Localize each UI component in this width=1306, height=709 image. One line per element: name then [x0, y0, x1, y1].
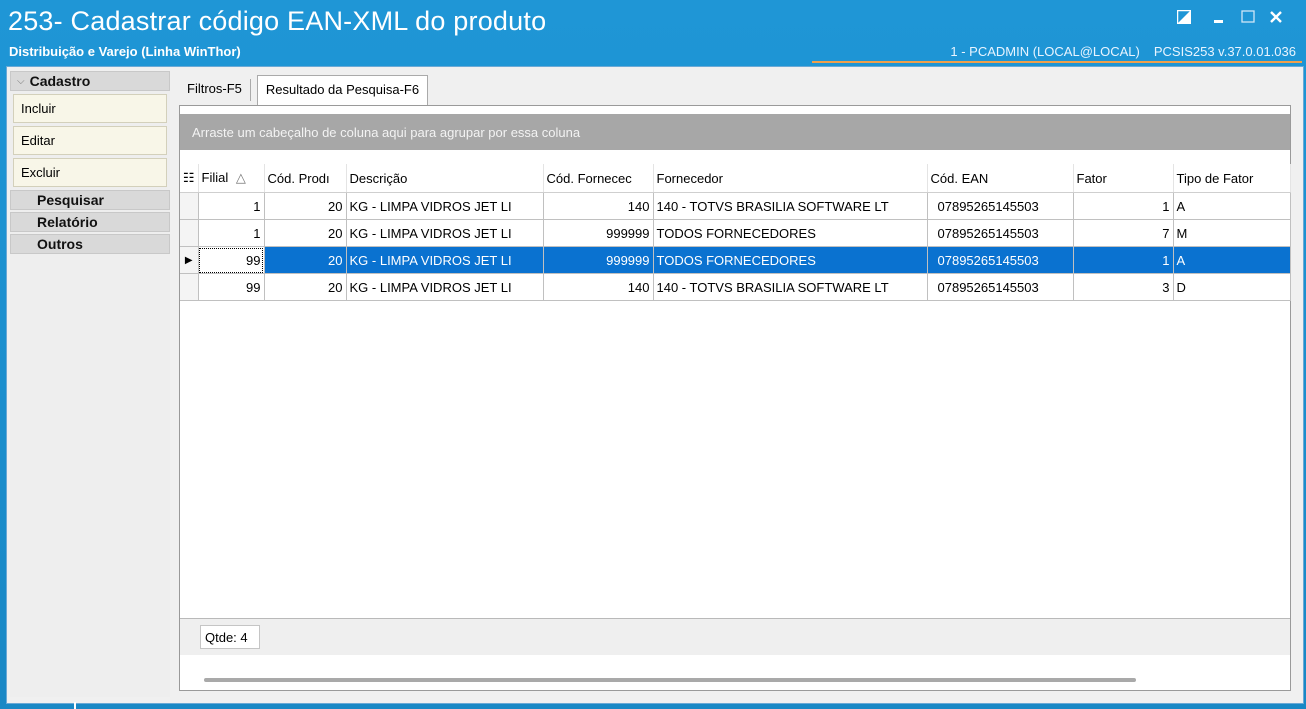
- grid-footer: Qtde: 4: [180, 618, 1290, 655]
- maximize-button[interactable]: [1236, 6, 1260, 28]
- cell-cod-produto[interactable]: 20: [264, 219, 347, 247]
- column-chooser-icon[interactable]: ☷: [180, 164, 199, 193]
- cell-cod-ean[interactable]: 07895265145503: [927, 273, 1074, 301]
- cell-fornecedor[interactable]: TODOS FORNECEDORES: [653, 219, 928, 247]
- cell-cod-ean[interactable]: 07895265145503: [927, 246, 1074, 274]
- cell-cod-fornecedor[interactable]: 999999: [543, 219, 654, 247]
- sidebar-header-label: Cadastro: [29, 73, 91, 89]
- cell-fator[interactable]: 7: [1073, 219, 1174, 247]
- column-header-tipo-fator[interactable]: Tipo de Fator: [1173, 164, 1291, 193]
- sort-ascending-icon: △: [235, 170, 246, 185]
- window-title: 253- Cadastrar código EAN-XML do produto: [8, 6, 547, 36]
- chevron-up-icon: ⌵: [17, 75, 25, 87]
- sidebar-section-relatorio[interactable]: Relatório: [10, 212, 170, 232]
- column-header-cod-ean[interactable]: Cód. EAN: [927, 164, 1074, 193]
- cell-cod-produto[interactable]: 20: [264, 192, 347, 220]
- cell-fator[interactable]: 1: [1073, 246, 1174, 274]
- row-indicator: [180, 219, 199, 247]
- cell-cod-produto[interactable]: 20: [264, 246, 347, 274]
- table-header-row: ☷ Filial △ Cód. Prodı Descrição Cód. For…: [180, 164, 1291, 193]
- column-header-filial[interactable]: Filial △: [198, 164, 265, 193]
- table-row-selected[interactable]: ▶ 99 20 KG - LIMPA VIDROS JET LI 999999 …: [180, 246, 1291, 274]
- cell-filial[interactable]: 99: [198, 246, 265, 274]
- cell-filial[interactable]: 1: [198, 219, 265, 247]
- column-header-fator[interactable]: Fator: [1073, 164, 1174, 193]
- sidebar-section-outros[interactable]: Outros: [10, 234, 170, 254]
- client-area: ⌵ Cadastro Incluir Editar Excluir Pesqui…: [6, 66, 1304, 704]
- table-row[interactable]: 1 20 KG - LIMPA VIDROS JET LI 999999 TOD…: [180, 219, 1291, 247]
- results-grid: Arraste um cabeçalho de coluna aqui para…: [179, 105, 1291, 691]
- cell-tipo-fator[interactable]: A: [1173, 246, 1291, 274]
- cell-fornecedor[interactable]: 140 - TOTVS BRASILIA SOFTWARE LT: [653, 192, 928, 220]
- tab-resultado-pesquisa[interactable]: Resultado da Pesquisa-F6: [256, 75, 429, 106]
- group-by-panel[interactable]: Arraste um cabeçalho de coluna aqui para…: [180, 114, 1290, 150]
- cell-descricao[interactable]: KG - LIMPA VIDROS JET LI: [346, 273, 544, 301]
- column-header-descricao[interactable]: Descrição: [346, 164, 544, 193]
- cell-cod-produto[interactable]: 20: [264, 273, 347, 301]
- sidebar-item-editar[interactable]: Editar: [13, 126, 167, 155]
- sidebar-header-cadastro[interactable]: ⌵ Cadastro: [10, 71, 170, 91]
- cell-fornecedor[interactable]: 140 - TOTVS BRASILIA SOFTWARE LT: [653, 273, 928, 301]
- restore-icon[interactable]: [1172, 6, 1196, 28]
- app-window: 253- Cadastrar código EAN-XML do produto…: [0, 0, 1306, 709]
- current-row-arrow-icon: ▶: [180, 246, 199, 274]
- row-indicator: [180, 273, 199, 301]
- accent-divider: [812, 61, 1302, 63]
- horizontal-scrollbar[interactable]: [204, 678, 1136, 682]
- sidebar: ⌵ Cadastro Incluir Editar Excluir Pesqui…: [10, 71, 170, 697]
- cell-cod-ean[interactable]: 07895265145503: [927, 219, 1074, 247]
- row-count-summary: Qtde: 4: [200, 625, 260, 649]
- session-info: 1 - PCADMIN (LOCAL@LOCAL) PCSIS253 v.37.0…: [950, 44, 1296, 59]
- cell-cod-fornecedor[interactable]: 140: [543, 273, 654, 301]
- resize-grip: [74, 702, 76, 709]
- sidebar-section-pesquisar[interactable]: Pesquisar: [10, 190, 170, 210]
- sidebar-item-incluir[interactable]: Incluir: [13, 94, 167, 123]
- column-header-cod-fornecedor[interactable]: Cód. Fornecec: [543, 164, 654, 193]
- table-row[interactable]: 1 20 KG - LIMPA VIDROS JET LI 140 140 - …: [180, 192, 1291, 220]
- cell-fator[interactable]: 1: [1073, 192, 1174, 220]
- cell-fornecedor[interactable]: TODOS FORNECEDORES: [653, 246, 928, 274]
- table-row[interactable]: 99 20 KG - LIMPA VIDROS JET LI 140 140 -…: [180, 273, 1291, 301]
- cell-cod-fornecedor[interactable]: 140: [543, 192, 654, 220]
- minimize-button[interactable]: [1207, 6, 1231, 28]
- row-indicator: [180, 192, 199, 220]
- sidebar-item-excluir[interactable]: Excluir: [13, 158, 167, 187]
- column-header-fornecedor[interactable]: Fornecedor: [653, 164, 928, 193]
- data-table: ☷ Filial △ Cód. Prodı Descrição Cód. For…: [180, 164, 1291, 301]
- close-button[interactable]: [1264, 6, 1288, 28]
- cell-cod-ean[interactable]: 07895265145503: [927, 192, 1074, 220]
- cell-descricao[interactable]: KG - LIMPA VIDROS JET LI: [346, 246, 544, 274]
- cell-cod-fornecedor[interactable]: 999999: [543, 246, 654, 274]
- cell-tipo-fator[interactable]: M: [1173, 219, 1291, 247]
- tab-filtros[interactable]: Filtros-F5: [179, 79, 251, 101]
- cell-tipo-fator[interactable]: D: [1173, 273, 1291, 301]
- window-subtitle: Distribuição e Varejo (Linha WinThor): [9, 44, 241, 59]
- tab-strip: Filtros-F5 Resultado da Pesquisa-F6: [179, 75, 429, 106]
- cell-fator[interactable]: 3: [1073, 273, 1174, 301]
- cell-filial[interactable]: 1: [198, 192, 265, 220]
- cell-filial[interactable]: 99: [198, 273, 265, 301]
- column-header-cod-produto[interactable]: Cód. Prodı: [264, 164, 347, 193]
- cell-descricao[interactable]: KG - LIMPA VIDROS JET LI: [346, 219, 544, 247]
- cell-tipo-fator[interactable]: A: [1173, 192, 1291, 220]
- module-version-label: PCSIS253 v.37.0.01.036: [1153, 44, 1296, 59]
- cell-descricao[interactable]: KG - LIMPA VIDROS JET LI: [346, 192, 544, 220]
- user-label: 1 - PCADMIN (LOCAL@LOCAL): [950, 44, 1140, 59]
